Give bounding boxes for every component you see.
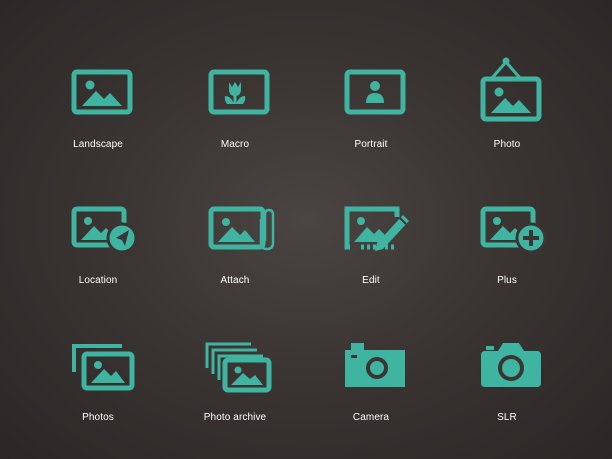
icon-label-portrait: Portrait bbox=[354, 139, 388, 150]
icon-cell-photos: Photos bbox=[30, 330, 166, 440]
icon-cell-macro: Macro bbox=[167, 56, 303, 166]
icon-cell-portrait: Portrait bbox=[303, 56, 439, 166]
icon-cell-edit: Edit bbox=[303, 193, 439, 303]
hanging-photo-icon bbox=[480, 57, 542, 122]
icon-cell-attach: Attach bbox=[167, 193, 303, 303]
icon-cell-slr: SLR bbox=[439, 330, 575, 440]
icon-cell-camera: Camera bbox=[303, 330, 439, 440]
icon-label-macro: Macro bbox=[220, 139, 250, 150]
landscape-icon bbox=[71, 69, 133, 115]
photo-location-icon bbox=[71, 206, 138, 254]
photo-plus-icon bbox=[480, 206, 547, 254]
icon-cell-landscape: Landscape bbox=[30, 56, 166, 166]
icon-cell-photo-archive: Photo archive bbox=[167, 330, 303, 440]
icon-set-canvas: Landscape Macro Portrait Photo Location … bbox=[0, 0, 612, 459]
photo-edit-icon bbox=[344, 206, 409, 251]
icon-cell-location: Location bbox=[30, 193, 166, 303]
photo-attach-icon bbox=[208, 206, 275, 251]
icon-label-photo-archive: Photo archive bbox=[203, 412, 267, 423]
macro-icon bbox=[208, 69, 270, 115]
portrait-icon bbox=[344, 69, 406, 115]
icon-label-photos: Photos bbox=[82, 412, 114, 423]
icon-label-location: Location bbox=[78, 275, 118, 286]
icon-label-camera: Camera bbox=[352, 412, 390, 423]
photo-archive-icon bbox=[205, 342, 272, 393]
icon-label-photo: Photo bbox=[493, 139, 521, 150]
camera-icon bbox=[345, 343, 405, 387]
icon-label-slr: SLR bbox=[497, 412, 517, 423]
icon-label-plus: Plus bbox=[497, 275, 517, 286]
icon-cell-photo: Photo bbox=[439, 56, 575, 166]
icon-label-edit: Edit bbox=[362, 275, 380, 286]
photos-stack-icon bbox=[72, 344, 135, 391]
icon-label-landscape: Landscape bbox=[73, 139, 123, 150]
slr-camera-icon bbox=[481, 343, 541, 387]
icon-label-attach: Attach bbox=[220, 275, 250, 286]
icon-cell-plus: Plus bbox=[439, 193, 575, 303]
